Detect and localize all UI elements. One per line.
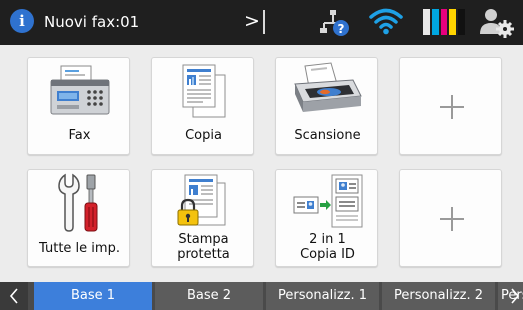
chevron-left-icon bbox=[9, 288, 18, 304]
message-arrow-icon[interactable]: > bbox=[244, 10, 260, 32]
id-copy-label: 2 in 1 Copia ID bbox=[300, 232, 355, 262]
separator bbox=[263, 10, 265, 34]
wifi-icon[interactable] bbox=[369, 7, 403, 35]
id-copy-icon bbox=[293, 174, 362, 228]
ink-bar bbox=[423, 9, 430, 35]
ink-bar bbox=[440, 9, 448, 35]
secure-print-label: Stampa protetta bbox=[177, 232, 230, 262]
new-fax-message[interactable]: Nuovi fax:01 bbox=[44, 13, 139, 31]
tools-icon bbox=[57, 173, 97, 232]
status-bar: i Nuovi fax:01 > ? bbox=[0, 0, 523, 45]
copy-label: Copia bbox=[185, 128, 222, 143]
fax-icon bbox=[50, 65, 109, 115]
add-shortcut-button-2[interactable] bbox=[399, 169, 502, 267]
copy-button[interactable]: Copia bbox=[151, 57, 254, 155]
svg-text:?: ? bbox=[338, 22, 345, 36]
fax-label: Fax bbox=[68, 128, 91, 143]
tab-custom-1[interactable]: Personalizz. 1 bbox=[266, 282, 379, 310]
scan-label: Scansione bbox=[294, 128, 361, 143]
plus-icon bbox=[439, 95, 464, 119]
ink-bar bbox=[431, 9, 439, 35]
scanner-icon bbox=[293, 62, 362, 112]
secure-print-button[interactable]: Stampa protetta bbox=[151, 169, 254, 267]
plus-icon bbox=[439, 207, 464, 231]
tab-scroll-left[interactable] bbox=[0, 282, 28, 310]
admin-settings-icon[interactable] bbox=[478, 6, 514, 38]
tab-base-2[interactable]: Base 2 bbox=[155, 282, 263, 310]
all-settings-button[interactable]: Tutte le imp. bbox=[27, 169, 130, 267]
ink-bar bbox=[458, 9, 465, 35]
scan-button[interactable]: Scansione bbox=[275, 57, 378, 155]
add-shortcut-button-1[interactable] bbox=[399, 57, 502, 155]
tab-scroll-right[interactable] bbox=[506, 282, 523, 310]
all-settings-label: Tutte le imp. bbox=[39, 241, 120, 256]
id-copy-button[interactable]: 2 in 1 Copia ID bbox=[275, 169, 378, 267]
ink-bar bbox=[449, 9, 457, 35]
info-icon[interactable]: i bbox=[10, 9, 34, 33]
chevron-right-icon bbox=[510, 288, 519, 304]
secure-print-icon bbox=[177, 174, 225, 226]
tab-custom-2[interactable]: Personalizz. 2 bbox=[382, 282, 495, 310]
copy-icon bbox=[182, 64, 225, 118]
fax-button[interactable]: Fax bbox=[27, 57, 130, 155]
network-help-icon[interactable]: ? bbox=[318, 6, 350, 38]
tab-bar: Base 1 Base 2 Personalizz. 1 Personalizz… bbox=[0, 282, 523, 310]
home-grid: Fax Copia Scansione Tutte le imp. Stampa… bbox=[0, 45, 523, 277]
tab-base-1[interactable]: Base 1 bbox=[34, 282, 152, 310]
ink-level-icon[interactable] bbox=[423, 9, 465, 35]
